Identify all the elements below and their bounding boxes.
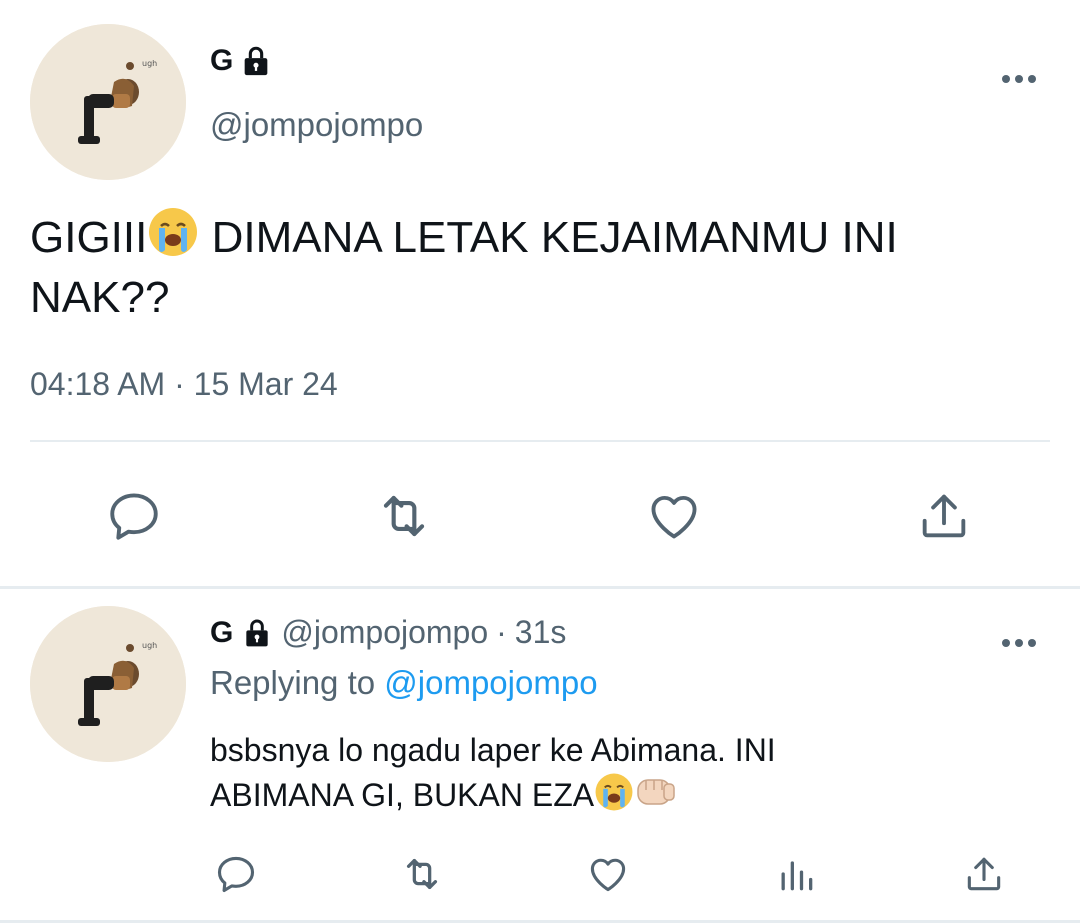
replying-prefix: Replying to bbox=[210, 664, 376, 701]
lock-icon bbox=[241, 617, 273, 649]
tweet-text-part2: DIMANA LETAK KEJAIMANMU INI bbox=[199, 213, 898, 262]
reply-header: G @jompojompo · 31s bbox=[210, 614, 566, 651]
like-icon[interactable] bbox=[642, 484, 706, 548]
oncoming-fist-emoji bbox=[634, 772, 678, 823]
lock-icon bbox=[239, 44, 273, 78]
bottom-divider bbox=[0, 920, 1080, 923]
main-avatar[interactable]: ugh bbox=[30, 24, 186, 180]
svg-text:ugh: ugh bbox=[142, 59, 157, 68]
replying-to: Replying to @jompojompo bbox=[210, 664, 598, 702]
reply-handle[interactable]: @jompojompo bbox=[281, 614, 488, 651]
tweet-meta: 04:18 AM · 15 Mar 24 bbox=[30, 366, 338, 403]
handle[interactable]: @jompojompo bbox=[210, 106, 423, 144]
more-options-icon[interactable] bbox=[1000, 626, 1038, 656]
display-name[interactable]: G bbox=[210, 44, 233, 78]
tweet-text: GIGIII DIMANA LETAK KEJAIMANMU INI NAK?? bbox=[30, 206, 1030, 325]
tweet-text-part1: GIGIII bbox=[30, 213, 148, 262]
analytics-icon[interactable] bbox=[772, 850, 820, 898]
reply-avatar[interactable]: ugh bbox=[30, 606, 186, 762]
more-options-icon[interactable] bbox=[1000, 62, 1038, 92]
tweet-text-line2: NAK?? bbox=[30, 273, 170, 322]
retweet-icon[interactable] bbox=[398, 850, 446, 898]
like-icon[interactable] bbox=[584, 850, 632, 898]
reply-text-line2: ABIMANA GI, BUKAN EZA bbox=[210, 777, 595, 813]
replying-mention[interactable]: @jompojompo bbox=[384, 664, 597, 701]
tweet-date[interactable]: 15 Mar 24 bbox=[194, 366, 338, 402]
reply-age[interactable]: 31s bbox=[515, 614, 567, 651]
divider bbox=[30, 440, 1050, 442]
reply-display-name[interactable]: G bbox=[210, 616, 233, 650]
thread-divider bbox=[0, 586, 1080, 589]
share-icon[interactable] bbox=[960, 850, 1008, 898]
meta-separator: · bbox=[174, 366, 185, 402]
main-name-row: G bbox=[210, 44, 273, 78]
reply-separator: · bbox=[496, 614, 507, 650]
svg-text:ugh: ugh bbox=[142, 641, 157, 650]
tweet-time[interactable]: 04:18 AM bbox=[30, 366, 165, 402]
avatar-illustration: ugh bbox=[30, 606, 186, 762]
reply-icon[interactable] bbox=[212, 850, 260, 898]
reply-icon[interactable] bbox=[102, 484, 166, 548]
retweet-icon[interactable] bbox=[372, 484, 436, 548]
reply-text-line1: bsbsnya lo ngadu laper ke Abimana. INI bbox=[210, 732, 776, 768]
reply-text: bsbsnya lo ngadu laper ke Abimana. INI A… bbox=[210, 728, 970, 823]
loudly-crying-face-emoji bbox=[147, 206, 199, 271]
loudly-crying-face-emoji bbox=[594, 772, 634, 823]
avatar-illustration: ugh bbox=[30, 24, 186, 180]
share-icon[interactable] bbox=[912, 484, 976, 548]
